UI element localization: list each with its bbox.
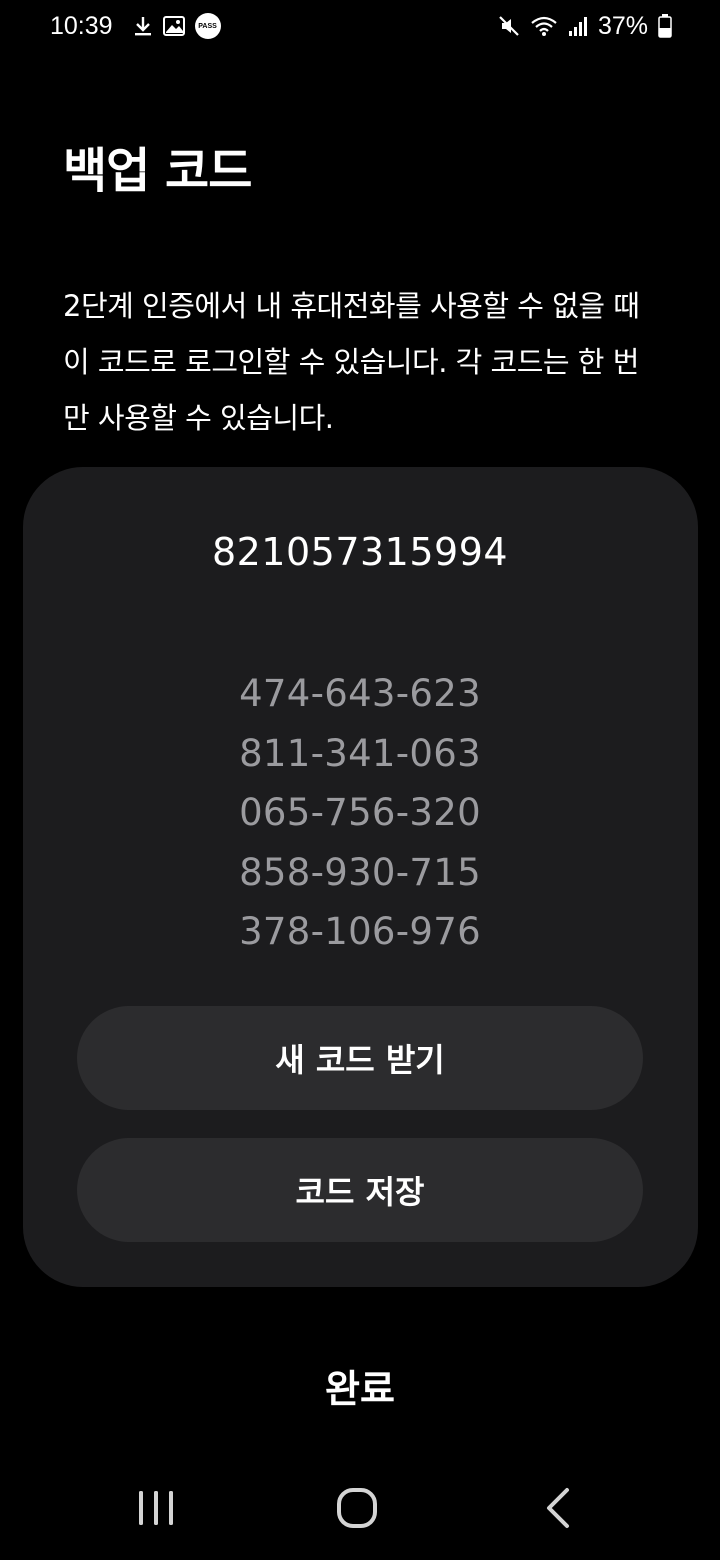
- backup-code-item: 378-106-976: [239, 910, 481, 953]
- status-right: 37%: [498, 12, 672, 41]
- pass-icon: PASS: [194, 13, 221, 39]
- page-description: 2단계 인증에서 내 휴대전화를 사용할 수 없을 때 이 코드로 로그인할 수…: [63, 289, 640, 435]
- page-title: 백업 코드: [63, 143, 252, 199]
- primary-backup-code: 821057315994: [211, 530, 509, 574]
- battery-icon: [658, 14, 672, 38]
- back-button[interactable]: [498, 1460, 618, 1560]
- backup-code-item: 474-643-623: [239, 672, 481, 715]
- battery-percent: 37%: [597, 11, 648, 40]
- navigation-bar: [0, 1460, 720, 1560]
- home-icon: [335, 1486, 379, 1534]
- status-left: 10:39 PASS: [50, 12, 221, 41]
- get-new-codes-button[interactable]: 새 코드 받기: [77, 1006, 643, 1110]
- backup-code-item: 858-930-715: [239, 850, 481, 894]
- wifi-icon: [530, 15, 558, 37]
- home-button[interactable]: [297, 1460, 417, 1560]
- recents-button[interactable]: [96, 1460, 216, 1560]
- done-button[interactable]: 완료: [260, 1350, 460, 1420]
- image-icon: [162, 16, 185, 36]
- mute-icon: [498, 15, 520, 37]
- back-icon: [543, 1486, 573, 1534]
- save-codes-button[interactable]: 코드 저장: [77, 1138, 643, 1242]
- status-time: 10:39: [50, 11, 113, 40]
- download-icon: [133, 15, 153, 37]
- backup-codes-screen: 10:39 PASS 37% 백업 코드 2단계 인증에서 내 휴대전화를 사용…: [0, 0, 720, 1560]
- backup-code-list: 474-643-623 811-341-063 065-756-320 858-…: [0, 664, 720, 962]
- signal-icon: [568, 15, 588, 37]
- backup-code-item: 811-341-063: [239, 731, 481, 775]
- recents-icon: [136, 1488, 176, 1532]
- backup-code-item: 065-756-320: [239, 791, 481, 834]
- status-bar: 10:39 PASS 37%: [0, 0, 720, 52]
